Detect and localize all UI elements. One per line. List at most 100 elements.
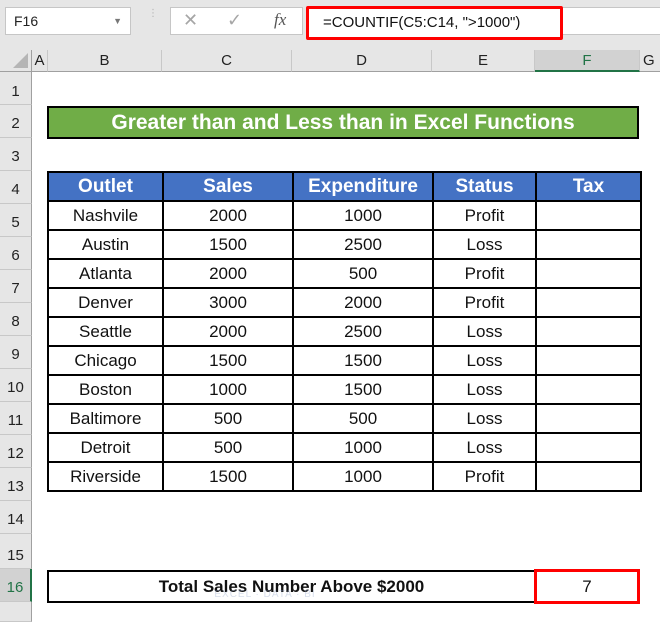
cell-outlet[interactable]: Austin: [47, 229, 164, 260]
cell-status[interactable]: Profit: [432, 461, 537, 492]
column-header-g[interactable]: G: [640, 50, 660, 72]
cell-expenditure[interactable]: 1500: [292, 345, 434, 376]
cell-expenditure[interactable]: 500: [292, 403, 434, 434]
table-row: Baltimore 500 500 Loss: [47, 403, 642, 434]
row-header-8[interactable]: 8: [0, 303, 32, 336]
cell-tax[interactable]: [535, 258, 642, 289]
cell-outlet[interactable]: Chicago: [47, 345, 164, 376]
header-status[interactable]: Status: [432, 171, 537, 202]
row-header-7[interactable]: 7: [0, 270, 32, 303]
cell-sales[interactable]: 1500: [162, 461, 294, 492]
column-header-f[interactable]: F: [535, 50, 640, 72]
cell-sales[interactable]: 1500: [162, 345, 294, 376]
row-header-6[interactable]: 6: [0, 237, 32, 270]
column-header-c[interactable]: C: [162, 50, 292, 72]
name-box[interactable]: F16 ▼: [5, 7, 131, 35]
watermark: EXCEL · DATA · BI: [214, 589, 316, 600]
cell-sales[interactable]: 500: [162, 403, 294, 434]
sales-table: Outlet Sales Expenditure Status Tax Nash…: [47, 171, 642, 492]
table-row: Nashvile 2000 1000 Profit: [47, 200, 642, 231]
cell-tax[interactable]: [535, 229, 642, 260]
row-header-10[interactable]: 10: [0, 369, 32, 402]
name-box-value: F16: [14, 13, 39, 29]
cell-tax[interactable]: [535, 403, 642, 434]
cell-status[interactable]: Loss: [432, 316, 537, 347]
cell-tax[interactable]: [535, 316, 642, 347]
table-row: Riverside 1500 1000 Profit: [47, 461, 642, 492]
cell-outlet[interactable]: Riverside: [47, 461, 164, 492]
cell-outlet[interactable]: Denver: [47, 287, 164, 318]
row-header-17[interactable]: [0, 602, 32, 622]
cell-outlet[interactable]: Boston: [47, 374, 164, 405]
header-tax[interactable]: Tax: [535, 171, 642, 202]
cell-outlet[interactable]: Baltimore: [47, 403, 164, 434]
cell-sales[interactable]: 2000: [162, 200, 294, 231]
row-header-14[interactable]: 14: [0, 501, 32, 534]
cell-expenditure[interactable]: 1000: [292, 432, 434, 463]
column-header-a[interactable]: A: [32, 50, 48, 72]
cell-tax[interactable]: [535, 287, 642, 318]
row-header-16[interactable]: 16: [0, 569, 32, 602]
cell-status[interactable]: Profit: [432, 200, 537, 231]
cell-sales[interactable]: 500: [162, 432, 294, 463]
cell-status[interactable]: Loss: [432, 403, 537, 434]
result-cell-f16[interactable]: 7: [534, 569, 640, 604]
cell-status[interactable]: Profit: [432, 287, 537, 318]
cell-expenditure[interactable]: 2500: [292, 316, 434, 347]
row-header-15[interactable]: 15: [0, 534, 32, 569]
cell-expenditure[interactable]: 1000: [292, 200, 434, 231]
cell-status[interactable]: Loss: [432, 374, 537, 405]
row-header-9[interactable]: 9: [0, 336, 32, 369]
cell-sales[interactable]: 2000: [162, 258, 294, 289]
cell-tax[interactable]: [535, 200, 642, 231]
cell-sales[interactable]: 1500: [162, 229, 294, 260]
cell-tax[interactable]: [535, 432, 642, 463]
column-header-b[interactable]: B: [48, 50, 162, 72]
row-header-13[interactable]: 13: [0, 468, 32, 501]
cell-outlet[interactable]: Seattle: [47, 316, 164, 347]
row-header-1[interactable]: 1: [0, 72, 32, 105]
formula-input-extension[interactable]: [563, 7, 660, 35]
cell-expenditure[interactable]: 1000: [292, 461, 434, 492]
row-header-5[interactable]: 5: [0, 204, 32, 237]
header-outlet[interactable]: Outlet: [47, 171, 164, 202]
cell-status[interactable]: Loss: [432, 432, 537, 463]
row-header-2[interactable]: 2: [0, 105, 32, 138]
cell-outlet[interactable]: Detroit: [47, 432, 164, 463]
column-header-e[interactable]: E: [432, 50, 535, 72]
row-header-3[interactable]: 3: [0, 138, 32, 171]
cell-status[interactable]: Loss: [432, 229, 537, 260]
cell-outlet[interactable]: Atlanta: [47, 258, 164, 289]
cell-expenditure[interactable]: 2000: [292, 287, 434, 318]
cell-sales[interactable]: 3000: [162, 287, 294, 318]
column-header-d[interactable]: D: [292, 50, 432, 72]
cell-status[interactable]: Profit: [432, 258, 537, 289]
table-row: Chicago 1500 1500 Loss: [47, 345, 642, 376]
row-header-4[interactable]: 4: [0, 171, 32, 204]
formula-input[interactable]: =COUNTIF(C5:C14, ">1000"): [306, 6, 563, 40]
check-icon[interactable]: ✓: [227, 10, 242, 31]
chevron-down-icon[interactable]: ▼: [113, 8, 122, 34]
cancel-icon[interactable]: ✕: [183, 10, 198, 31]
insert-function-icon[interactable]: fx: [274, 10, 286, 30]
cell-sales[interactable]: 1000: [162, 374, 294, 405]
drag-handle-icon[interactable]: ⋮: [148, 9, 158, 32]
table-row: Denver 3000 2000 Profit: [47, 287, 642, 318]
cell-sales[interactable]: 2000: [162, 316, 294, 347]
cell-outlet[interactable]: Nashvile: [47, 200, 164, 231]
cell-expenditure[interactable]: 500: [292, 258, 434, 289]
cell-tax[interactable]: [535, 461, 642, 492]
row-header-11[interactable]: 11: [0, 402, 32, 435]
cell-tax[interactable]: [535, 345, 642, 376]
cell-expenditure[interactable]: 1500: [292, 374, 434, 405]
cell-tax[interactable]: [535, 374, 642, 405]
cell-status[interactable]: Loss: [432, 345, 537, 376]
table-row: Boston 1000 1500 Loss: [47, 374, 642, 405]
header-expenditure[interactable]: Expenditure: [292, 171, 434, 202]
row-header-12[interactable]: 12: [0, 435, 32, 468]
select-all-button[interactable]: [0, 50, 32, 72]
header-sales[interactable]: Sales: [162, 171, 294, 202]
table-row: Austin 1500 2500 Loss: [47, 229, 642, 260]
sheet-title: Greater than and Less than in Excel Func…: [47, 106, 639, 139]
cell-expenditure[interactable]: 2500: [292, 229, 434, 260]
